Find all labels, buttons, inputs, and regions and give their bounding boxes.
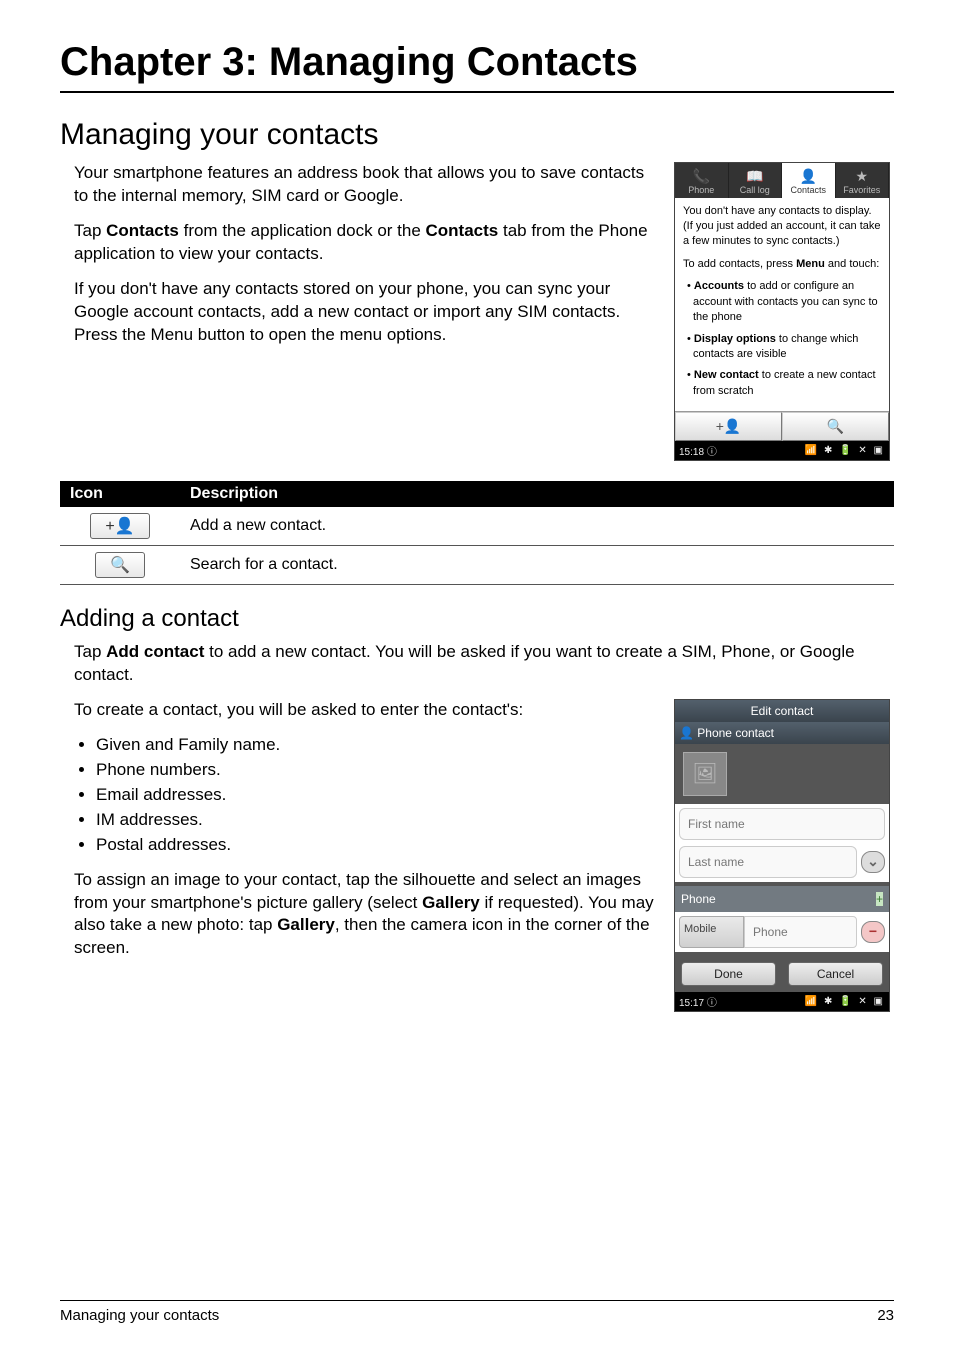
cancel-button[interactable]: Cancel: [788, 962, 883, 986]
status-time: 15:17 ⓘ: [679, 994, 717, 1009]
screenshot-edit-contact: Edit contact 👤 Phone contact 🖼 First nam…: [674, 699, 890, 1012]
expand-name-button[interactable]: ⌄: [861, 851, 885, 873]
icon-table-header-icon: Icon: [60, 481, 180, 507]
status-bar: 15:17 ⓘ 📶 ✱ 🔋 ✕ ▣: [675, 992, 889, 1011]
chevron-down-icon: ⌄: [867, 853, 879, 869]
adding-para-1: Tap Add contact to add a new contact. Yo…: [74, 641, 894, 687]
section-title: Managing your contacts: [60, 118, 894, 152]
hint-new-contact: New contact to create a new contact from…: [693, 368, 881, 399]
adding-para-3: To assign an image to your contact, tap …: [74, 869, 656, 961]
contact-photo-placeholder[interactable]: 🖼: [683, 752, 727, 796]
edit-contact-title: Edit contact: [675, 700, 889, 722]
icon-table-header-desc: Description: [180, 481, 894, 507]
page-footer: Managing your contacts 23: [60, 1300, 894, 1324]
info-icon: ⓘ: [707, 998, 717, 1009]
add-contact-button[interactable]: +👤: [675, 412, 782, 441]
adding-para-2: To create a contact, you will be asked t…: [74, 699, 656, 722]
phone-section-label: Phone: [681, 892, 716, 906]
contact-type-header: 👤 Phone contact: [675, 722, 889, 744]
tab-contacts[interactable]: 👤 Contacts: [782, 163, 836, 198]
hint-accounts: Accounts to add or configure an account …: [693, 279, 881, 325]
list-item: IM addresses.: [96, 809, 656, 832]
list-item: Postal addresses.: [96, 834, 656, 857]
intro-para-3: If you don't have any contacts stored on…: [74, 278, 656, 347]
subsection-title: Adding a contact: [60, 605, 894, 633]
icon-table-desc-search: Search for a contact.: [180, 546, 894, 585]
tab-phone[interactable]: 📞 Phone: [675, 163, 729, 198]
add-phone-button[interactable]: +: [876, 892, 883, 906]
done-button[interactable]: Done: [681, 962, 776, 986]
footer-page-number: 23: [877, 1307, 894, 1324]
add-contact-icon: +👤: [90, 513, 149, 539]
add-contacts-hint: To add contacts, press Menu and touch:: [683, 257, 881, 272]
phone-number-field[interactable]: Phone: [744, 916, 857, 948]
info-icon: ⓘ: [707, 447, 717, 458]
icon-table-desc-add: Add a new contact.: [180, 507, 894, 546]
phone-type-select[interactable]: Mobile: [679, 916, 744, 948]
list-item: Phone numbers.: [96, 759, 656, 782]
contact-type-icon: 👤: [679, 726, 697, 740]
table-row: +👤 Add a new contact.: [60, 507, 894, 546]
empty-contacts-message: You don't have any contacts to display. …: [683, 204, 881, 249]
table-row: 🔍 Search for a contact.: [60, 546, 894, 585]
status-icons: 📶 ✱ 🔋 ✕ ▣: [805, 445, 885, 456]
search-icon: 🔍: [827, 418, 844, 434]
favorites-icon: ★: [836, 169, 889, 183]
phone-icon: 📞: [675, 169, 728, 183]
search-icon: 🔍: [95, 552, 145, 578]
status-bar: 15:18 ⓘ 📶 ✱ 🔋 ✕ ▣: [675, 441, 889, 460]
intro-para-2: Tap Contacts from the application dock o…: [74, 220, 656, 266]
plus-icon: +: [876, 892, 883, 906]
list-item: Given and Family name.: [96, 734, 656, 757]
hint-display-options: Display options to change which contacts…: [693, 332, 881, 363]
intro-para-1: Your smartphone features an address book…: [74, 162, 656, 208]
icon-description-table: Icon Description +👤 Add a new contact. 🔍…: [60, 481, 894, 585]
contacts-icon: 👤: [782, 169, 835, 183]
minus-icon: −: [869, 923, 877, 939]
status-time: 15:18 ⓘ: [679, 443, 717, 458]
remove-phone-button[interactable]: −: [861, 921, 885, 943]
list-item: Email addresses.: [96, 784, 656, 807]
contact-fields-list: Given and Family name. Phone numbers. Em…: [74, 734, 656, 857]
last-name-field[interactable]: Last name: [679, 846, 857, 878]
footer-title: Managing your contacts: [60, 1307, 219, 1324]
status-icons: 📶 ✱ 🔋 ✕ ▣: [805, 996, 885, 1007]
first-name-field[interactable]: First name: [679, 808, 885, 840]
search-contact-button[interactable]: 🔍: [782, 412, 889, 441]
screenshot-contacts-app: 📞 Phone 📖 Call log 👤 Contacts ★ Favorite…: [674, 162, 890, 461]
chapter-title: Chapter 3: Managing Contacts: [60, 40, 894, 93]
add-contact-icon: +👤: [716, 418, 742, 434]
tab-favorites[interactable]: ★ Favorites: [836, 163, 890, 198]
tab-call-log[interactable]: 📖 Call log: [729, 163, 783, 198]
call-log-icon: 📖: [729, 169, 782, 183]
